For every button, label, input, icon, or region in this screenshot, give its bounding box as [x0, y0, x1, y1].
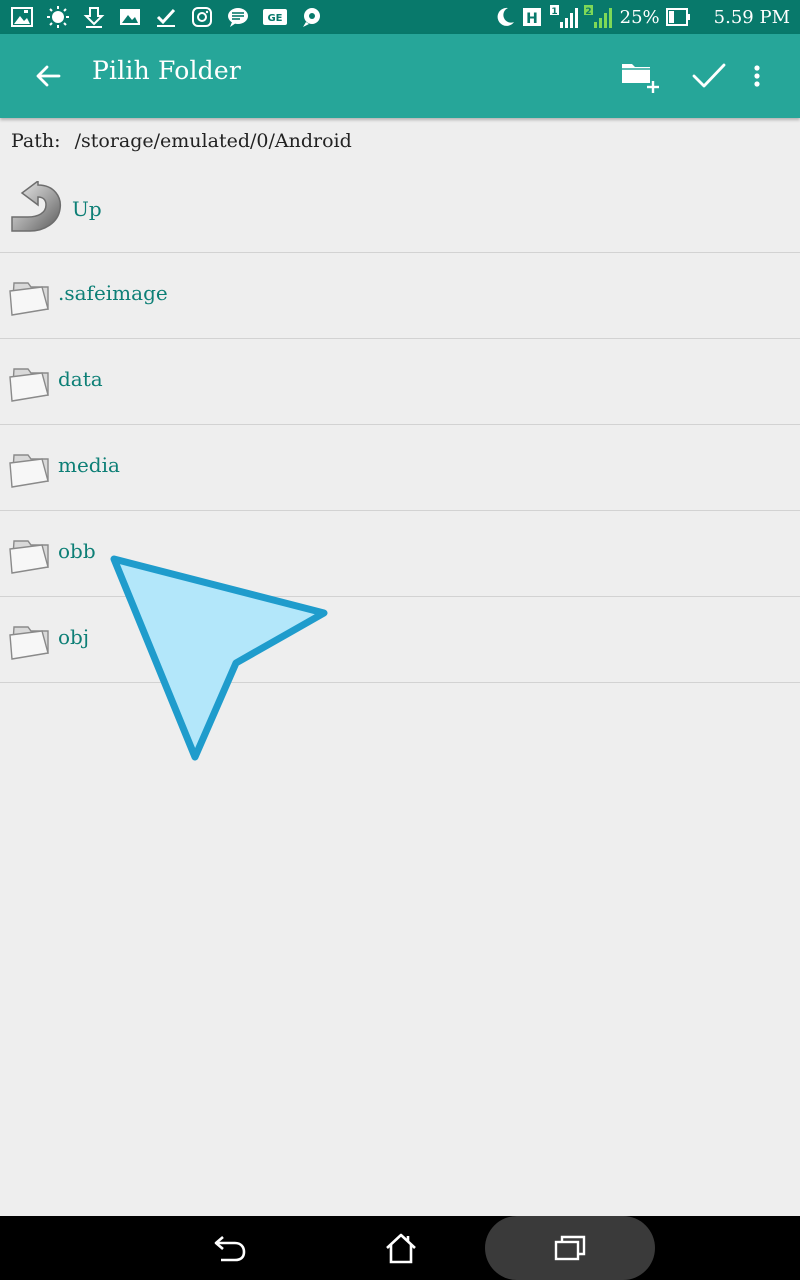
instagram-icon	[190, 5, 214, 29]
page-title: Pilih Folder	[92, 56, 242, 85]
svg-text:2: 2	[585, 7, 591, 17]
folder-icon	[9, 454, 49, 488]
folder-list: Up .safeimage data media obb obj	[0, 167, 800, 683]
path-display: Path: /storage/emulated/0/Android	[11, 130, 352, 158]
list-item[interactable]: obj	[0, 597, 800, 683]
system-status: H 1 2 25% 5.59 PM	[494, 3, 790, 31]
signal-sim1-icon: 1	[549, 4, 578, 30]
do-not-disturb-moon-icon	[494, 6, 516, 28]
folder-icon	[9, 282, 49, 316]
folder-icon	[9, 540, 49, 574]
clock: 5.59 PM	[713, 6, 790, 28]
nav-back-button[interactable]	[205, 1226, 255, 1270]
new-folder-button[interactable]	[614, 52, 668, 100]
folder-icon	[9, 626, 49, 660]
path-label: Path:	[11, 130, 61, 152]
gallery-icon	[10, 5, 34, 29]
navigation-bar	[0, 1216, 800, 1280]
chat-icon	[300, 5, 324, 29]
list-item[interactable]: data	[0, 339, 800, 425]
list-item[interactable]: media	[0, 425, 800, 511]
folder-icon	[9, 368, 49, 402]
list-item[interactable]: obb	[0, 511, 800, 597]
list-item-label: .safeimage	[58, 281, 168, 305]
download-icon	[82, 5, 106, 29]
checkbox-icon	[154, 5, 178, 29]
battery-percent: 25%	[619, 6, 660, 28]
path-value: /storage/emulated/0/Android	[74, 130, 352, 152]
arrow-left-icon	[36, 65, 61, 87]
ge-icon: GE	[262, 5, 288, 29]
app-bar: Pilih Folder	[0, 34, 800, 118]
more-vertical-icon	[754, 65, 760, 87]
status-bar: GE H 1 2 25% 5.59 PM	[0, 0, 800, 34]
new-folder-icon	[622, 64, 659, 93]
message-icon	[226, 5, 250, 29]
up-arrow-icon	[11, 181, 62, 232]
brightness-icon	[46, 5, 70, 29]
svg-text:1: 1	[551, 7, 557, 17]
svg-text:H: H	[526, 11, 538, 27]
battery-icon	[665, 7, 692, 27]
list-item-label: obb	[58, 539, 96, 563]
svg-text:GE: GE	[267, 13, 282, 24]
recent-apps-icon	[554, 1235, 586, 1261]
list-item-label: Up	[72, 197, 102, 221]
back-button[interactable]	[26, 54, 70, 98]
signal-sim2-icon: 2	[583, 4, 612, 30]
list-item-label: media	[58, 453, 120, 477]
checkmark-icon	[692, 63, 726, 88]
back-arrow-icon	[214, 1236, 246, 1262]
notification-icons: GE	[10, 3, 324, 31]
nav-home-button[interactable]	[376, 1224, 426, 1272]
list-item[interactable]: .safeimage	[0, 253, 800, 339]
network-type-icon: H	[522, 6, 544, 28]
list-item-label: data	[58, 367, 103, 391]
nav-recents-button[interactable]	[545, 1226, 595, 1270]
list-item-up[interactable]: Up	[0, 167, 800, 253]
screen: GE H 1 2 25% 5.59 PM Pilih Folder Path: …	[0, 0, 800, 1280]
confirm-button[interactable]	[686, 52, 732, 100]
home-icon	[386, 1233, 416, 1264]
image-icon	[118, 5, 142, 29]
overflow-menu-button[interactable]	[742, 52, 772, 100]
list-item-label: obj	[58, 625, 90, 649]
